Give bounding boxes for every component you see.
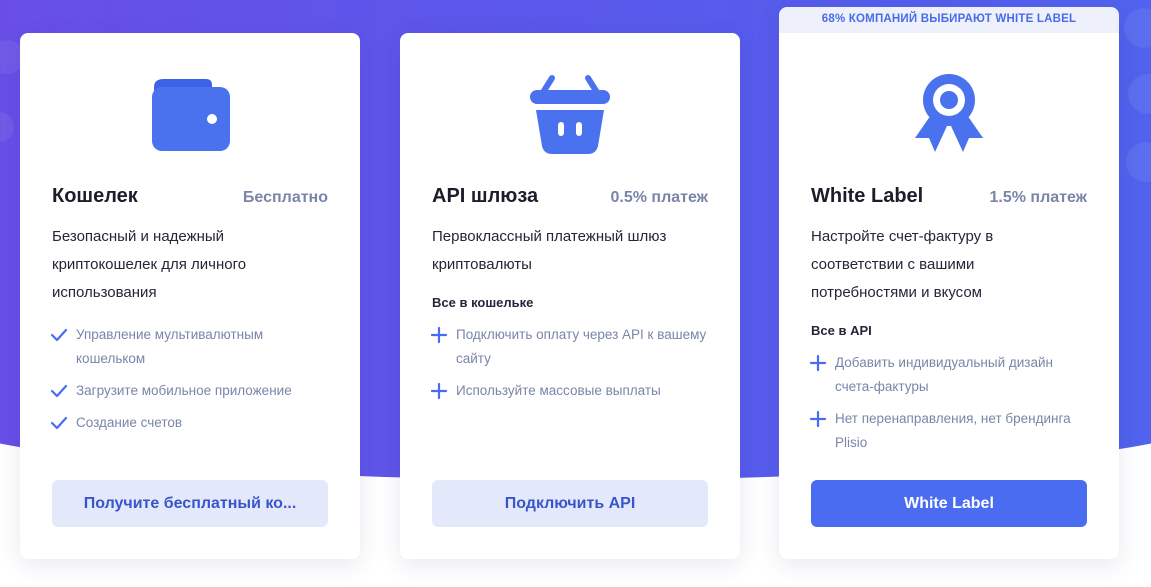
connect-api-button[interactable]: Подключить API: [432, 480, 708, 527]
plan-description: Настройте счет-фактуру в соответствии с …: [811, 228, 994, 301]
feature-text: Нет перенаправления, нет брендинга Plisi…: [835, 411, 1071, 450]
check-icon: [50, 416, 68, 430]
basket-icon: [530, 75, 610, 154]
popular-ribbon: 68% КОМПАНИЙ ВЫБИРАЮТ WHITE LABEL: [821, 13, 1077, 25]
pricing-section: Кошелек Бесплатно Безопасный и надежный …: [0, 0, 1151, 587]
feature-text: Загрузите мобильное приложение: [76, 383, 292, 398]
wallet-icon: [152, 79, 230, 151]
plan-card-api: API шлюза 0.5% платеж Первоклассный плат…: [400, 33, 740, 559]
feature-item: Используйте массовые выплаты: [430, 379, 710, 403]
award-icon: [915, 74, 983, 152]
feature-text: Подключить оплату через API к вашему сай…: [456, 327, 707, 366]
plan-title: Кошелек: [52, 185, 138, 207]
feature-list: Добавить индивидуальный дизайн счета-фак…: [809, 351, 1089, 463]
plus-icon: [430, 382, 448, 400]
plan-card-wallet: Кошелек Бесплатно Безопасный и надежный …: [20, 33, 360, 559]
check-icon: [50, 328, 68, 342]
feature-item: Управление мультивалютным кошельком: [50, 323, 330, 371]
plan-description: Безопасный и надежный криптокошелек для …: [52, 228, 247, 301]
feature-text: Добавить индивидуальный дизайн счета-фак…: [835, 355, 1053, 394]
plan-price: 1.5% платеж: [989, 189, 1087, 206]
plus-icon: [809, 410, 827, 428]
plan-price: Бесплатно: [242, 189, 328, 206]
feature-list: Подключить оплату через API к вашему сай…: [430, 323, 710, 411]
plan-price: 0.5% платеж: [610, 189, 708, 206]
check-icon: [50, 384, 68, 398]
feature-text: Создание счетов: [76, 415, 183, 430]
plan-title: White Label: [811, 185, 924, 207]
features-subheading: Все в API: [811, 323, 872, 338]
feature-text: Используйте массовые выплаты: [456, 383, 661, 398]
feature-item: Создание счетов: [50, 411, 330, 435]
plan-card-white-label: 68% КОМПАНИЙ ВЫБИРАЮТ WHITE LABEL White …: [779, 7, 1119, 559]
feature-list: Управление мультивалютным кошельком Загр…: [50, 323, 330, 443]
feature-item: Добавить индивидуальный дизайн счета-фак…: [809, 351, 1089, 399]
feature-item: Нет перенаправления, нет брендинга Plisi…: [809, 407, 1089, 455]
get-free-wallet-button[interactable]: Получите бесплатный ко...: [52, 480, 328, 527]
feature-item: Загрузите мобильное приложение: [50, 379, 330, 403]
plus-icon: [430, 326, 448, 344]
plan-title: API шлюза: [432, 185, 539, 207]
features-subheading: Все в кошельке: [432, 295, 534, 310]
plus-icon: [809, 354, 827, 372]
white-label-button[interactable]: White Label: [811, 480, 1087, 527]
plan-description: Первоклассный платежный шлюз криптовалют…: [432, 228, 667, 273]
feature-text: Управление мультивалютным кошельком: [76, 327, 264, 366]
feature-item: Подключить оплату через API к вашему сай…: [430, 323, 710, 371]
